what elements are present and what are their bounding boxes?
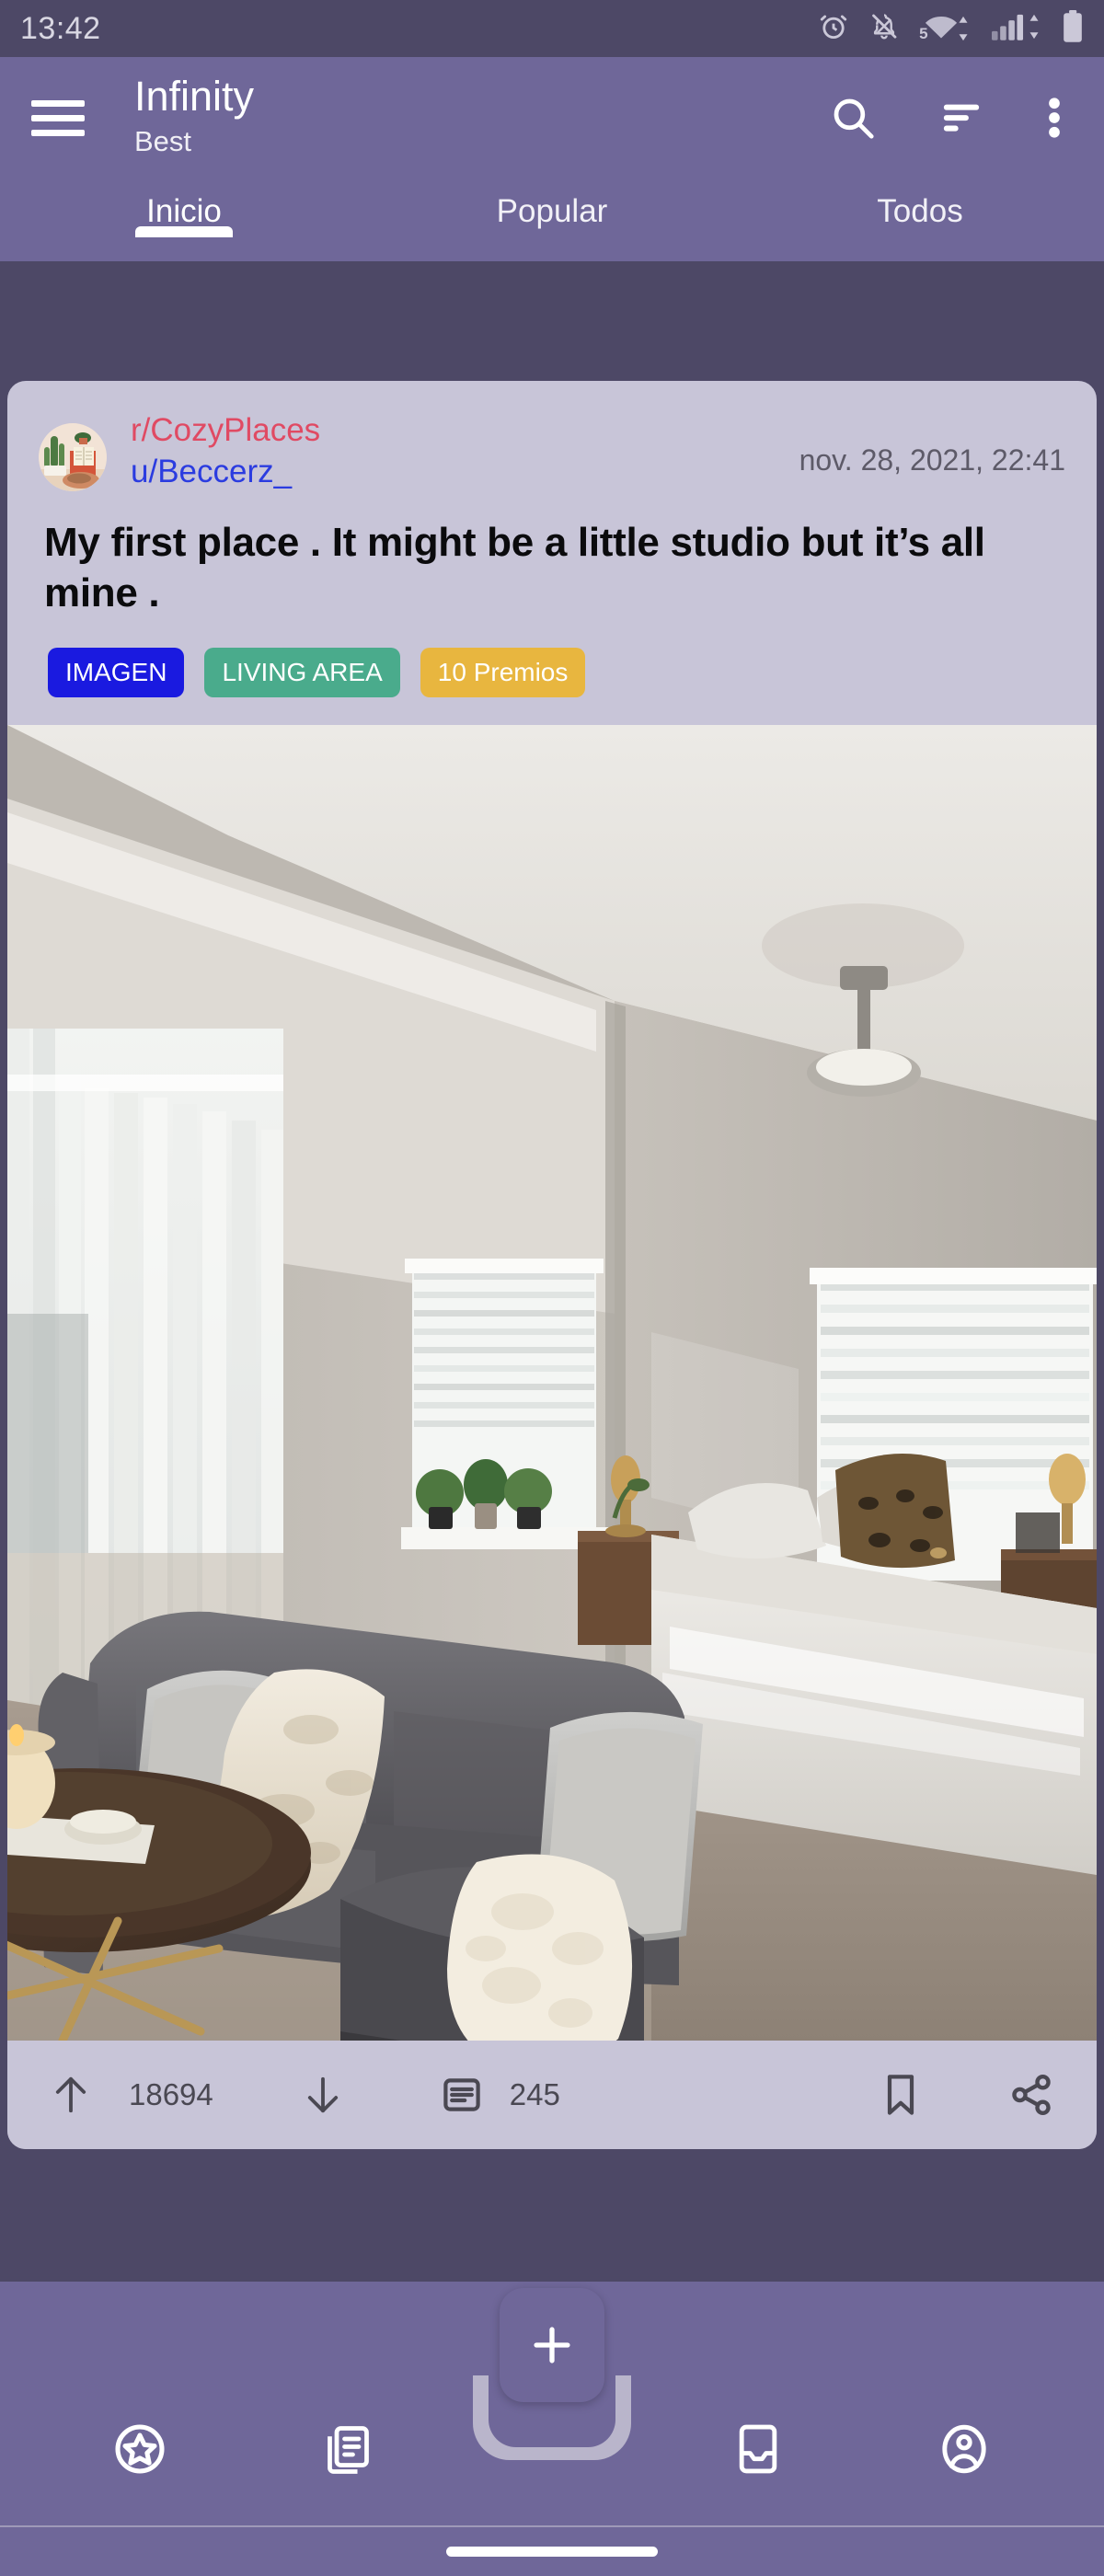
gesture-nav-area [0,2525,1104,2576]
page-title: Infinity [134,73,255,121]
page-subtitle: Best [134,124,192,157]
app-root: 13:42 5 Infinity Best Inicio Popular Tod… [0,0,1104,2576]
tab-inicio[interactable]: Inicio [0,178,368,237]
post-action-bar-right [881,2071,1054,2119]
cellular-signal-icon [991,13,1041,45]
post-timestamp: nov. 28, 2021, 22:41 [799,443,1065,477]
tab-popular-label: Popular [496,193,608,229]
post-title[interactable]: My first place . It might be a little st… [7,493,1097,619]
app-title-block: Infinity Best [134,75,254,160]
post-badges: IMAGEN LIVING AREA 10 Premios [7,618,1097,725]
tab-todos-label: Todos [877,193,963,229]
hamburger-menu-icon[interactable] [31,89,88,146]
star-badge-icon [110,2420,169,2483]
post-card[interactable]: r/CozyPlaces u/Beccerz_ nov. 28, 2021, 2… [7,381,1097,2150]
tab-popular[interactable]: Popular [368,178,736,230]
app-bar-row: Infinity Best [0,57,1104,178]
gesture-home-bar[interactable] [446,2547,658,2557]
share-icon[interactable] [1008,2072,1054,2118]
tab-inicio-label: Inicio [146,193,222,229]
sort-icon[interactable] [937,93,986,143]
subreddit-avatar[interactable] [39,423,107,491]
battery-icon [1062,9,1084,48]
status-bar: 13:42 5 [0,0,1104,57]
badge-premios[interactable]: 10 Premios [420,648,586,698]
post-source-block: r/CozyPlaces u/Beccerz_ [131,410,320,493]
status-bar-icons: 5 [818,9,1084,48]
multi-post-icon [318,2420,374,2483]
badge-living-area[interactable]: LIVING AREA [204,648,400,698]
app-bar-actions [828,93,1073,143]
tab-todos[interactable]: Todos [736,178,1104,230]
overflow-menu-icon[interactable] [1045,93,1064,143]
nav-item-inbox[interactable] [655,2407,861,2483]
search-icon[interactable] [828,93,878,143]
app-bar: Infinity Best Inicio Popular Todos [0,57,1104,261]
post-score: 18694 [129,2077,213,2112]
nav-item-awards[interactable] [37,2407,243,2483]
post-image[interactable] [7,725,1097,2041]
wifi-icon: 5 [919,15,971,42]
bookmark-icon[interactable] [881,2071,920,2119]
post-header: r/CozyPlaces u/Beccerz_ nov. 28, 2021, 2… [7,381,1097,493]
author-link[interactable]: u/Beccerz_ [131,452,320,493]
status-bar-clock: 13:42 [20,10,101,46]
tab-bar: Inicio Popular Todos [0,178,1104,261]
comment-count: 245 [509,2077,560,2112]
subreddit-link[interactable]: r/CozyPlaces [131,410,320,452]
downvote-button[interactable] [302,2072,344,2118]
inbox-icon [732,2420,784,2483]
nav-item-profile[interactable] [861,2407,1067,2483]
post-action-bar: 18694 245 [7,2041,1097,2150]
active-tab-indicator [135,226,233,237]
upvote-button[interactable] [50,2072,92,2118]
alarm-clock-icon [818,11,849,47]
comments-button[interactable] [440,2073,484,2117]
create-post-fab[interactable] [500,2288,604,2402]
account-circle-icon [936,2420,993,2483]
badge-imagen[interactable]: IMAGEN [48,648,185,698]
bell-muted-icon [869,11,899,47]
nav-item-posts[interactable] [243,2407,449,2483]
